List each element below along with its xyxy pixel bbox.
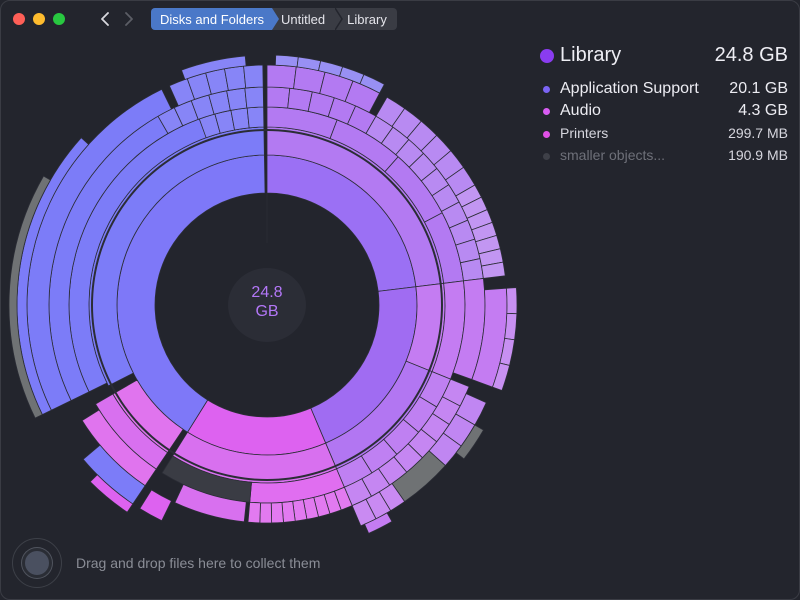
legend-item-name: Application Support bbox=[560, 80, 699, 97]
legend-item-name: Printers bbox=[560, 125, 609, 141]
legend-color-dot bbox=[543, 131, 550, 138]
drop-hint-text: Drag and drop files here to collect them bbox=[76, 555, 321, 571]
legend-item-smaller-objects[interactable]: smaller objects... 190.9 MB bbox=[540, 147, 790, 167]
legend-color-dot bbox=[543, 153, 550, 160]
sunburst-segment[interactable] bbox=[274, 54, 299, 68]
sunburst-segment[interactable] bbox=[259, 502, 273, 524]
sunburst-segment[interactable] bbox=[247, 501, 261, 524]
legend-header[interactable]: Library 24.8 GB bbox=[540, 44, 790, 70]
legend-item-size: 4.3 GB bbox=[738, 102, 788, 119]
legend-item-printers[interactable]: Printers 299.7 MB bbox=[540, 125, 790, 145]
legend-item-size: 299.7 MB bbox=[728, 125, 788, 141]
sunburst-segment[interactable] bbox=[505, 287, 518, 315]
collector-icon bbox=[22, 548, 52, 578]
legend-color-dot bbox=[540, 49, 554, 63]
legend-item-audio[interactable]: Audio 4.3 GB bbox=[540, 102, 790, 122]
center-size-value: 24.8 bbox=[251, 284, 283, 301]
sunburst-segment[interactable] bbox=[266, 86, 291, 109]
sunburst-segment[interactable] bbox=[246, 106, 265, 129]
sunburst-segment[interactable] bbox=[504, 312, 518, 341]
sunburst-segment[interactable] bbox=[230, 107, 250, 131]
legend-total-size: 24.8 GB bbox=[714, 44, 788, 66]
sunburst-segment[interactable] bbox=[281, 500, 296, 523]
sunburst-segment[interactable] bbox=[459, 258, 484, 282]
collector-button[interactable] bbox=[12, 538, 62, 588]
sunburst-segment[interactable] bbox=[270, 502, 284, 524]
legend-item-name: Audio bbox=[560, 102, 601, 119]
sunburst-segment[interactable] bbox=[226, 87, 248, 111]
sunburst-segment[interactable] bbox=[266, 64, 297, 90]
legend-color-dot bbox=[543, 108, 550, 115]
sunburst-segment[interactable] bbox=[224, 65, 247, 91]
legend-item-size: 20.1 GB bbox=[729, 80, 788, 97]
sunburst-segment[interactable] bbox=[243, 64, 264, 89]
sunburst-center[interactable]: 24.8 GB bbox=[228, 268, 306, 342]
sunburst-segment[interactable] bbox=[139, 489, 172, 522]
center-size-unit: GB bbox=[255, 303, 279, 320]
legend-item-size: 190.9 MB bbox=[728, 147, 788, 163]
legend-item-application-support[interactable]: Application Support 20.1 GB bbox=[540, 80, 790, 100]
legend-item-name: smaller objects... bbox=[560, 147, 666, 163]
legend-title: Library bbox=[560, 44, 622, 66]
legend-color-dot bbox=[543, 86, 550, 93]
sunburst-segment[interactable] bbox=[244, 86, 264, 109]
